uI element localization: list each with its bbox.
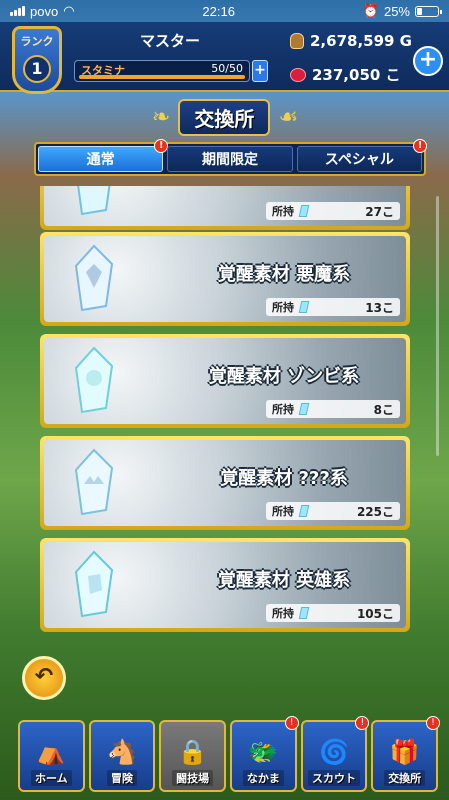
tab-label: 通常 [86, 152, 115, 168]
rank-badge[interactable]: ランク 1 [12, 26, 62, 94]
tent-icon: ⛺ [36, 738, 67, 766]
crystal-icon [77, 186, 111, 216]
status-bar: povo ◠ 22:16 ⏰ 25% [0, 0, 449, 22]
tab-limited[interactable]: 期間限定 [167, 146, 293, 172]
owned-value: 13こ [365, 300, 394, 315]
mini-crystal-icon [298, 505, 310, 517]
gem-display: 237,050 こ [290, 64, 401, 85]
gold-bag-icon [290, 33, 304, 49]
nav-home[interactable]: ⛺ ホーム [18, 720, 85, 792]
tab-special[interactable]: スペシャル ! [296, 139, 427, 172]
crystal-icon [74, 244, 114, 312]
owned-count: 所持 8こ [266, 400, 400, 418]
bottom-nav: ⛺ ホーム 🐴 冒険 🔒 闘技場 🐲 なかま ! 🌀 スカウト ! 🎁 交換所 … [18, 716, 441, 792]
crystal-icon [74, 550, 114, 618]
mini-crystal-icon [298, 403, 310, 415]
list-item[interactable]: 覚醒素材 ゾンビ系 所持 8こ [40, 334, 410, 428]
list-item[interactable]: 覚醒素材 悪魔系 所持 13こ [40, 232, 410, 326]
player-name: マスター [139, 32, 200, 50]
exchange-item-list[interactable]: 所持 27こ 覚醒素材 悪魔系 所持 13こ 覚醒素材 ゾンビ系 所持 8こ 覚… [40, 186, 410, 636]
owned-label: 所持 [272, 403, 294, 416]
battery-icon [415, 5, 442, 17]
owned-count: 所持 13こ [266, 298, 400, 316]
nav-label: 冒険 [107, 770, 137, 786]
owned-count: 所持 225こ [266, 502, 400, 520]
clock: 22:16 [202, 3, 235, 19]
portal-icon: 🌀 [319, 738, 349, 766]
left-ornament-icon: ❧ [151, 104, 171, 130]
owned-label: 所持 [272, 301, 294, 314]
scrollbar[interactable] [436, 196, 439, 456]
gold-amount: 2,678,599 G [310, 32, 412, 50]
gem-add-button[interactable]: + [413, 46, 443, 76]
crystal-icon [74, 448, 114, 516]
gold-display: 2,678,599 G [290, 32, 412, 50]
owned-value: 8こ [373, 402, 394, 417]
nav-label: ホーム [31, 770, 72, 786]
monster-icon: 🐲 [248, 738, 279, 766]
mini-crystal-icon [298, 301, 310, 313]
nav-exchange[interactable]: 🎁 交換所 ! [371, 716, 441, 792]
crystal-icon [74, 346, 114, 414]
nav-arena[interactable]: 🔒 闘技場 [159, 720, 227, 792]
owned-value: 105こ [356, 606, 394, 621]
alarm-icon: ⏰ [362, 3, 379, 18]
list-item[interactable]: 覚醒素材 ???系 所持 225こ [40, 436, 410, 530]
tab-normal[interactable]: 通常 ! [38, 139, 169, 172]
nav-label: 交換所 [384, 770, 426, 786]
owned-count: 所持 27こ [266, 202, 400, 220]
list-item[interactable]: 覚醒素材 英雄系 所持 105こ [40, 538, 410, 632]
battery-percent: 25% [383, 3, 410, 19]
back-button[interactable]: ↶ [22, 656, 66, 700]
nav-alert-badge: ! [426, 716, 441, 730]
item-name: 覚醒素材 ???系 [220, 468, 348, 489]
header: ランク 1 マスター スタミナ 50/50 + 2,678,599 G 237,… [0, 22, 449, 94]
list-item[interactable]: 所持 27こ [40, 186, 410, 230]
owned-value: 27こ [365, 204, 394, 219]
nav-label: なかま [242, 770, 284, 786]
owned-label: 所持 [272, 505, 294, 518]
mini-crystal-icon [298, 607, 310, 619]
signal-icon [10, 6, 25, 16]
tab-alert-badge: ! [412, 139, 427, 153]
stamina-add-button[interactable]: + [252, 60, 268, 82]
right-ornament-icon: ☙ [278, 104, 299, 130]
owned-label: 所持 [272, 205, 294, 218]
nav-alert-badge: ! [355, 716, 370, 730]
carrier-name: povo [30, 3, 59, 19]
shop-icon: 🎁 [389, 738, 420, 766]
stamina-bar [79, 75, 245, 79]
nav-scout[interactable]: 🌀 スカウト ! [300, 716, 370, 792]
back-arrow-icon: ↶ [34, 664, 54, 689]
mini-crystal-icon [298, 205, 310, 217]
item-name: 覚醒素材 悪魔系 [217, 264, 351, 285]
gem-amount: 237,050 こ [312, 66, 401, 84]
wagon-icon: 🐴 [107, 738, 137, 766]
lock-icon: 🔒 [177, 738, 208, 766]
gem-icon [290, 67, 306, 82]
rank-value: 1 [23, 55, 51, 83]
nav-label: スカウト [308, 770, 361, 786]
nav-label: 闘技場 [172, 770, 214, 786]
rank-label: ランク [20, 35, 54, 48]
nav-party[interactable]: 🐲 なかま ! [230, 716, 299, 792]
item-name: 覚醒素材 英雄系 [217, 570, 351, 591]
tab-label: スペシャル [324, 152, 394, 168]
wifi-icon: ◠ [63, 3, 75, 18]
title-banner: ❧ 交換所 ☙ [137, 98, 313, 136]
page-title: 交換所 [178, 98, 271, 136]
nav-adventure[interactable]: 🐴 冒険 [88, 720, 156, 792]
owned-value: 225こ [356, 504, 394, 519]
tab-alert-badge: ! [154, 139, 169, 153]
exchange-tabs: 通常 ! 期間限定 スペシャル ! [34, 139, 427, 176]
owned-count: 所持 105こ [266, 604, 400, 622]
stamina-value: 50/50 [211, 62, 243, 75]
owned-label: 所持 [272, 607, 294, 620]
tab-label: 期間限定 [201, 152, 258, 168]
nav-alert-badge: ! [284, 716, 299, 730]
stamina-gauge: スタミナ 50/50 [74, 60, 250, 82]
item-name: 覚醒素材 ゾンビ系 [208, 366, 360, 387]
